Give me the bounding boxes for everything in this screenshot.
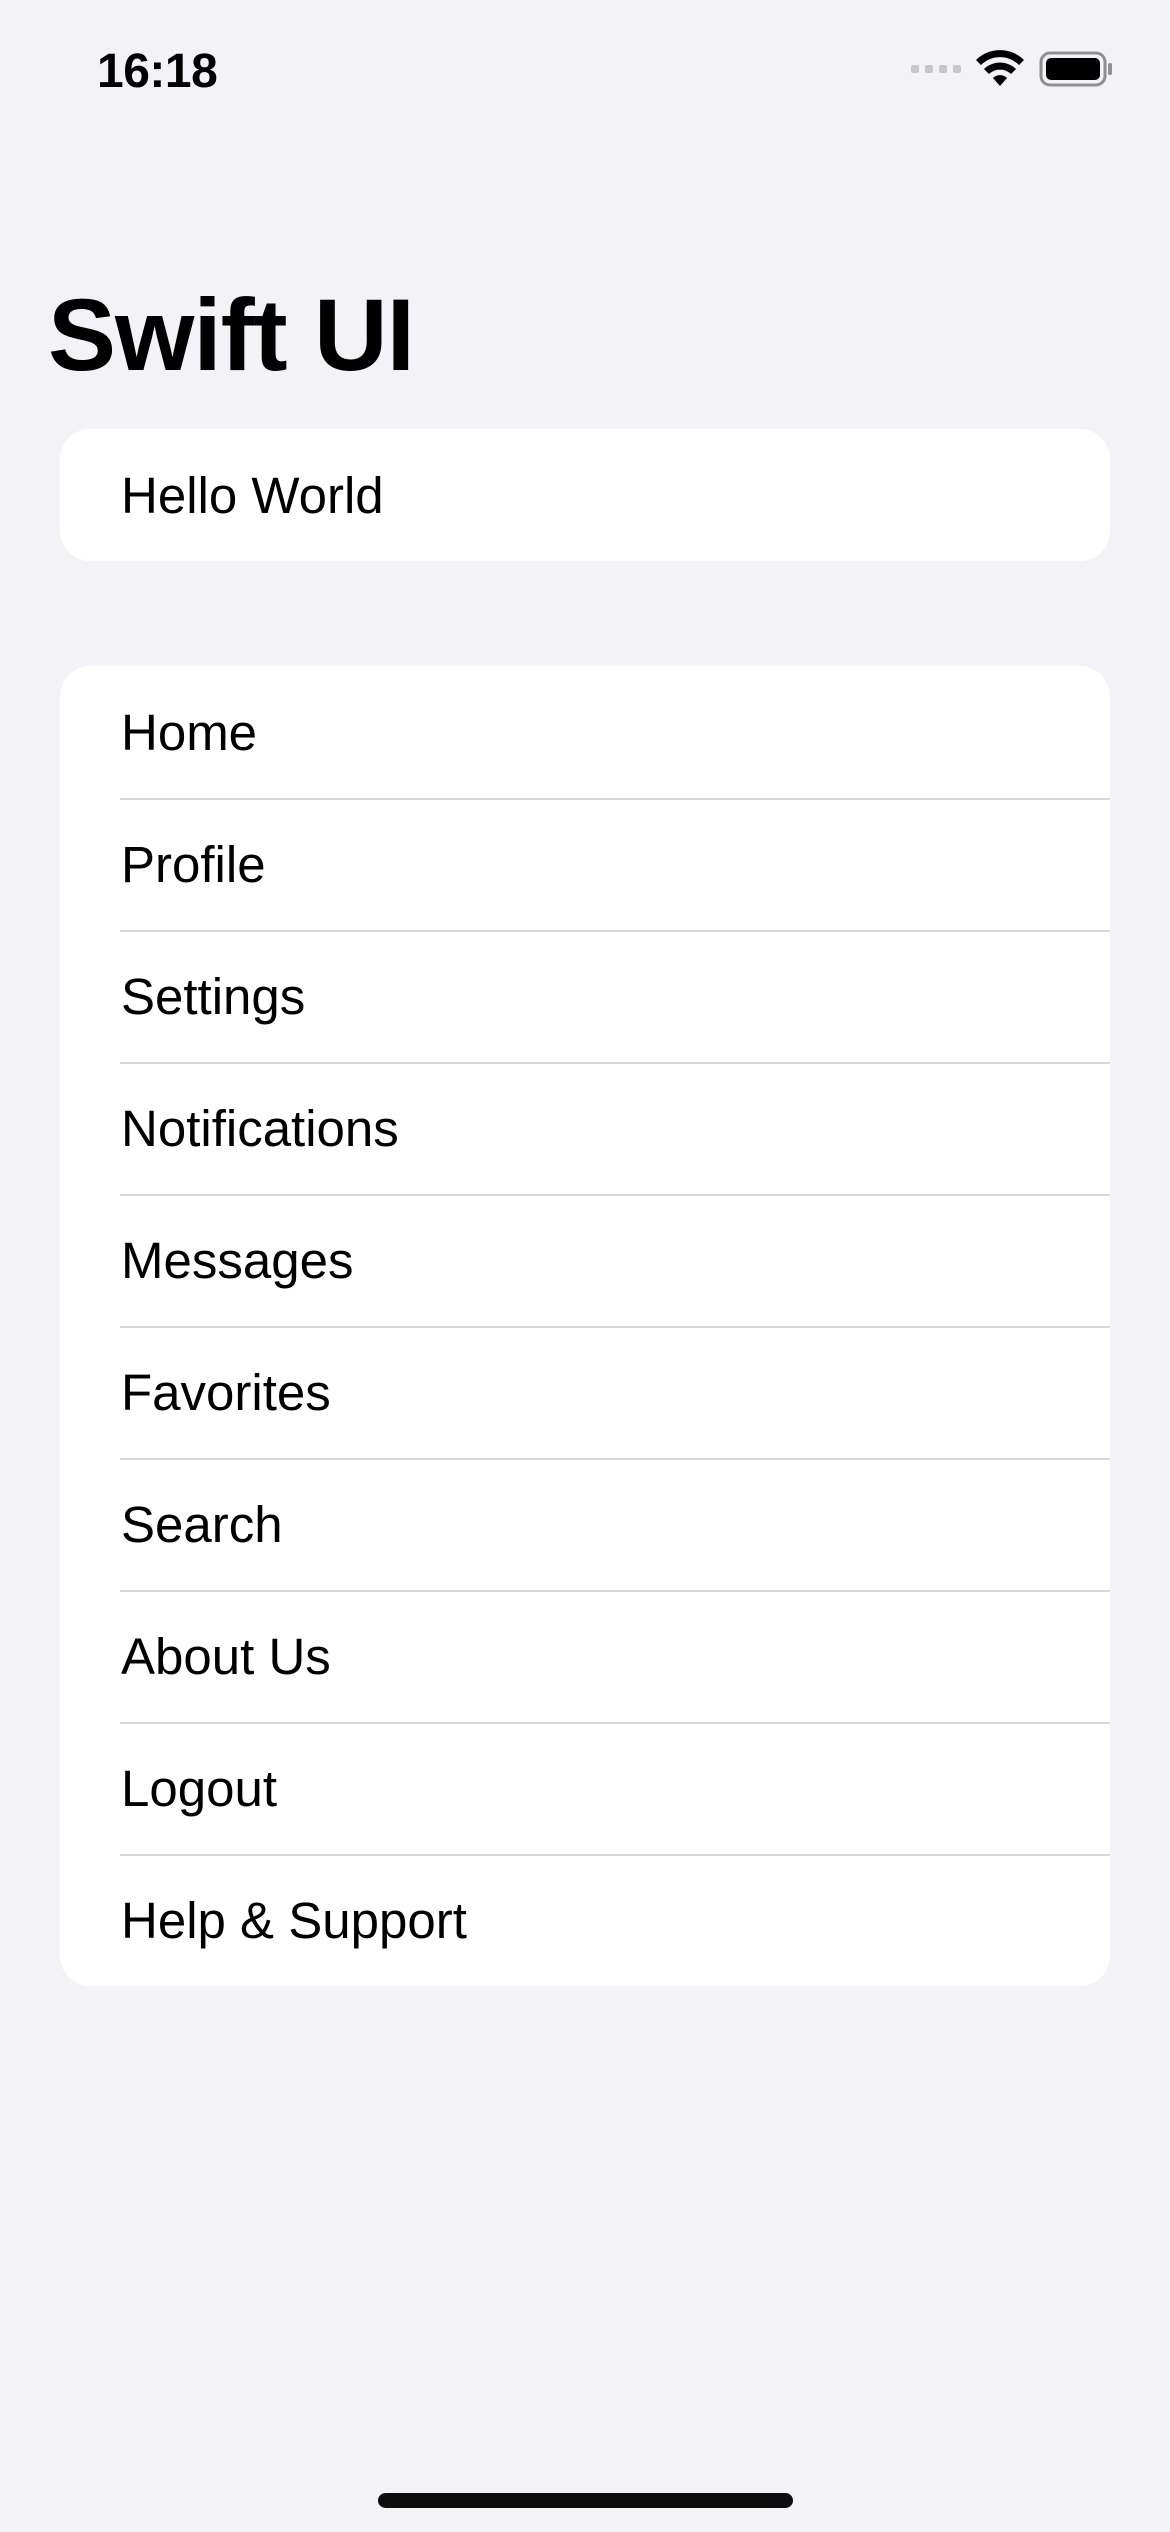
status-time: 16:18 [97,45,218,98]
menu-item-about-us[interactable]: About Us [60,1590,1110,1722]
menu-item-favorites[interactable]: Favorites [60,1326,1110,1458]
menu-item-messages[interactable]: Messages [60,1194,1110,1326]
status-bar: 16:18 [0,0,1170,150]
hello-section: Hello World [60,429,1110,561]
menu-item-notifications[interactable]: Notifications [60,1062,1110,1194]
wifi-icon [976,50,1024,86]
page-title: Swift UI [48,278,415,392]
menu-item-home[interactable]: Home [60,666,1110,798]
menu-item-settings[interactable]: Settings [60,930,1110,1062]
menu-item-help-support[interactable]: Help & Support [60,1854,1110,1986]
menu-item-logout[interactable]: Logout [60,1722,1110,1854]
hello-world-text: Hello World [121,466,384,524]
home-indicator[interactable] [378,2493,793,2508]
status-icons [911,50,1115,88]
battery-icon [1039,51,1112,87]
menu-item-search[interactable]: Search [60,1458,1110,1590]
cellular-signal-icon [911,65,961,73]
menu-item-profile[interactable]: Profile [60,798,1110,930]
menu-list: Home Profile Settings Notifications Mess… [60,666,1110,1986]
